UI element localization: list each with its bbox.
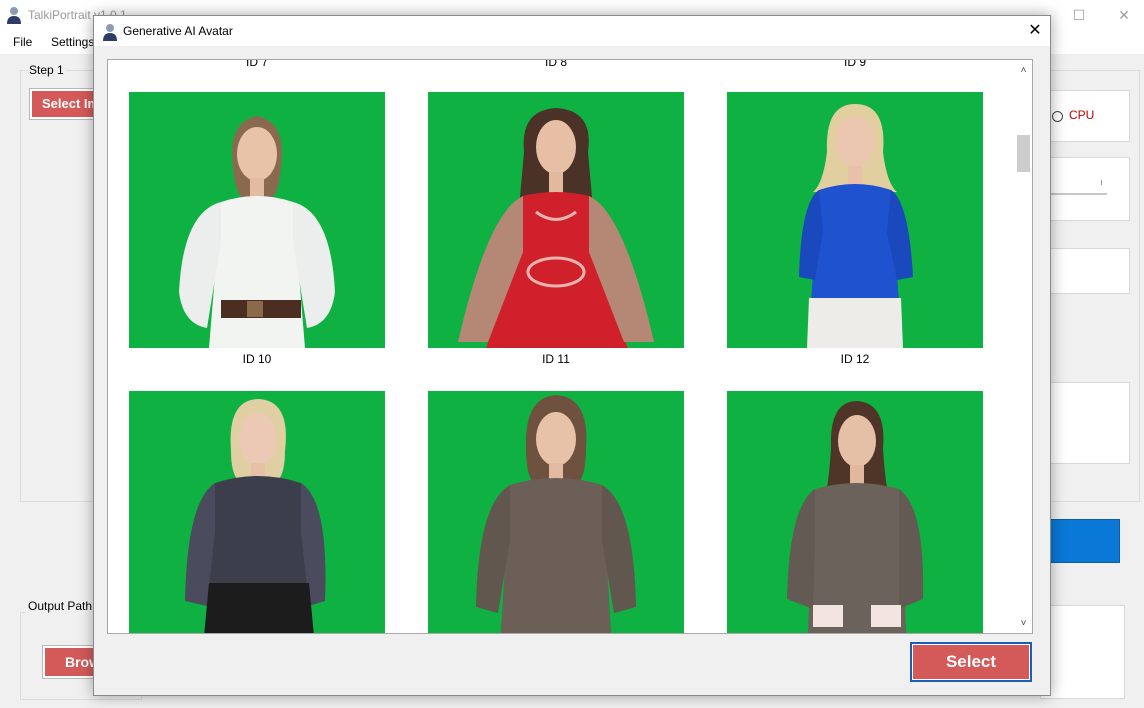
app-person-icon <box>102 23 118 41</box>
avatar-gallery[interactable]: ID 7 ID 8 ID 9 ID 10 ID 11 ID 12 ˄ ˅ <box>107 59 1033 634</box>
avatar-thumbnail[interactable] <box>727 92 983 348</box>
avatar-label-cut: ID 7 <box>245 59 268 69</box>
close-icon[interactable]: ✕ <box>1024 20 1046 42</box>
avatar-id-label: ID 10 <box>242 352 272 366</box>
select-button[interactable]: Select <box>910 642 1032 682</box>
avatar-id-label: ID 11 <box>542 352 570 366</box>
slider-panel <box>1040 157 1130 221</box>
avatar-id-label: ID 12 <box>840 352 870 366</box>
menu-settings[interactable]: Settings <box>51 35 94 49</box>
step1-label: Step 1 <box>27 63 66 77</box>
output-panel <box>1040 605 1125 699</box>
chevron-down-icon[interactable]: ˅ <box>1015 615 1032 632</box>
slider-tick <box>1101 180 1102 185</box>
option-panel <box>1040 248 1130 294</box>
close-icon[interactable]: ✕ <box>1115 6 1133 24</box>
chevron-up-icon[interactable]: ˄ <box>1015 62 1032 79</box>
cpu-radio[interactable] <box>1052 111 1063 122</box>
output-path-label: Output Path <box>26 599 95 613</box>
avatar-label-cut: ID 9 <box>843 59 866 69</box>
maximize-icon[interactable]: ☐ <box>1070 6 1088 24</box>
info-panel <box>1040 382 1130 464</box>
avatar-thumbnail[interactable] <box>727 391 983 633</box>
app-person-icon <box>6 6 22 24</box>
avatar-thumbnail[interactable] <box>428 391 684 633</box>
avatar-thumbnail[interactable] <box>428 92 684 348</box>
avatar-label-cut: ID 8 <box>544 59 567 69</box>
cpu-label: CPU <box>1069 108 1095 122</box>
scrollbar-thumb[interactable] <box>1017 135 1030 172</box>
select-button-label: Select <box>945 652 997 671</box>
slider-track[interactable] <box>1049 193 1107 195</box>
device-panel: CPU <box>1040 90 1130 142</box>
gallery-scrollbar[interactable]: ˄ ˅ <box>1015 60 1032 633</box>
dialog-title: Generative AI Avatar <box>123 24 233 38</box>
avatar-thumbnail[interactable] <box>129 92 385 348</box>
avatar-thumbnail[interactable] <box>129 391 385 633</box>
generative-ai-avatar-dialog: Generative AI Avatar ✕ ID 7 ID 8 ID 9 ID… <box>93 15 1051 696</box>
menu-file[interactable]: File <box>13 35 32 49</box>
dialog-titlebar: Generative AI Avatar ✕ <box>94 16 1050 46</box>
